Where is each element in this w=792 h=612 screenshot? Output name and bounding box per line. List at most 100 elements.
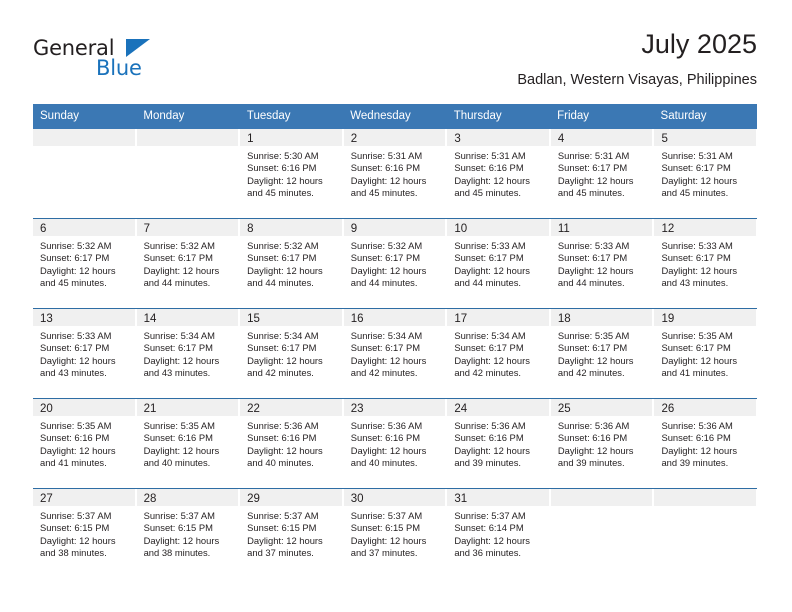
day-number-band: 6 xyxy=(33,219,136,236)
day-cell[interactable]: 14 Sunrise: 5:34 AM Sunset: 6:17 PM Dayl… xyxy=(136,309,241,398)
day-number xyxy=(654,493,661,505)
day-cell[interactable]: 24 Sunrise: 5:36 AM Sunset: 6:16 PM Dayl… xyxy=(447,399,551,488)
day-cell[interactable]: 20 Sunrise: 5:35 AM Sunset: 6:16 PM Dayl… xyxy=(33,399,137,488)
sunset-text: Sunset: 6:17 PM xyxy=(454,252,524,264)
day-cell[interactable] xyxy=(33,129,137,218)
sunrise-text: Sunrise: 5:37 AM xyxy=(247,510,319,521)
general-blue-logo[interactable]: General Blue xyxy=(33,36,233,88)
day-cell[interactable]: 6 Sunrise: 5:32 AM Sunset: 6:17 PM Dayli… xyxy=(33,219,137,308)
daylight-text-line1: Daylight: 12 hours xyxy=(40,444,116,456)
day-cell[interactable]: 15 Sunrise: 5:34 AM Sunset: 6:17 PM Dayl… xyxy=(240,309,344,398)
day-cell[interactable]: 12 Sunrise: 5:33 AM Sunset: 6:17 PM Dayl… xyxy=(654,219,758,308)
daylight-text-line2: and 40 minutes. xyxy=(247,457,314,469)
day-details: Sunrise: 5:32 AM Sunset: 6:17 PM Dayligh… xyxy=(33,236,136,290)
daylight-text-line1: Daylight: 12 hours xyxy=(661,354,738,366)
day-cell[interactable]: 21 Sunrise: 5:35 AM Sunset: 6:16 PM Dayl… xyxy=(136,399,241,488)
day-details: Sunrise: 5:34 AM Sunset: 6:17 PM Dayligh… xyxy=(240,326,343,380)
daylight-text-line2: and 40 minutes. xyxy=(350,457,418,469)
calendar-grid: Sunday Monday Tuesday Wednesday Thursday… xyxy=(33,104,758,578)
sunrise-text: Sunrise: 5:32 AM xyxy=(247,240,319,251)
day-number: 11 xyxy=(557,223,570,235)
day-cell[interactable]: 10 Sunrise: 5:33 AM Sunset: 6:17 PM Dayl… xyxy=(447,219,551,308)
day-cell[interactable]: 22 Sunrise: 5:36 AM Sunset: 6:16 PM Dayl… xyxy=(240,399,344,488)
daylight-text-line2: and 44 minutes. xyxy=(350,277,418,289)
daylight-text-line2: and 42 minutes. xyxy=(350,367,418,379)
day-details: Sunrise: 5:33 AM Sunset: 6:17 PM Dayligh… xyxy=(33,326,136,380)
day-cell[interactable]: 13 Sunrise: 5:33 AM Sunset: 6:17 PM Dayl… xyxy=(33,309,137,398)
day-number: 1 xyxy=(247,133,254,145)
sunrise-text: Sunrise: 5:36 AM xyxy=(454,420,526,431)
day-number: 24 xyxy=(454,403,468,415)
day-number-band: 28 xyxy=(136,489,240,506)
daylight-text-line2: and 37 minutes. xyxy=(350,547,418,559)
day-cell[interactable]: 2 Sunrise: 5:31 AM Sunset: 6:16 PM Dayli… xyxy=(343,129,448,218)
sunrise-text: Sunrise: 5:37 AM xyxy=(143,510,215,521)
day-number: 20 xyxy=(40,403,53,415)
daylight-text-line1: Daylight: 12 hours xyxy=(454,444,530,456)
sunset-text: Sunset: 6:17 PM xyxy=(557,162,628,174)
sunrise-text: Sunrise: 5:35 AM xyxy=(40,420,112,431)
day-cell[interactable]: 27 Sunrise: 5:37 AM Sunset: 6:15 PM Dayl… xyxy=(33,489,137,578)
day-cell[interactable]: 26 Sunrise: 5:36 AM Sunset: 6:16 PM Dayl… xyxy=(654,399,758,488)
day-cell[interactable]: 11 Sunrise: 5:33 AM Sunset: 6:17 PM Dayl… xyxy=(550,219,655,308)
weekday-header-tuesday: Tuesday xyxy=(246,110,291,122)
day-details: Sunrise: 5:34 AM Sunset: 6:17 PM Dayligh… xyxy=(137,326,240,380)
day-cell[interactable]: 3 Sunrise: 5:31 AM Sunset: 6:16 PM Dayli… xyxy=(447,129,551,218)
day-number: 17 xyxy=(454,313,468,325)
weekday-header-thursday: Thursday xyxy=(453,110,502,122)
day-cell[interactable]: 9 Sunrise: 5:32 AM Sunset: 6:17 PM Dayli… xyxy=(343,219,448,308)
daylight-text-line1: Daylight: 12 hours xyxy=(40,534,116,546)
day-cell[interactable]: 31 Sunrise: 5:37 AM Sunset: 6:14 PM Dayl… xyxy=(447,489,551,578)
sunset-text: Sunset: 6:17 PM xyxy=(557,252,628,264)
sunset-text: Sunset: 6:17 PM xyxy=(350,342,421,354)
daylight-text-line2: and 44 minutes. xyxy=(247,277,314,289)
daylight-text-line1: Daylight: 12 hours xyxy=(247,264,323,276)
day-cell[interactable]: 23 Sunrise: 5:36 AM Sunset: 6:16 PM Dayl… xyxy=(343,399,448,488)
sunset-text: Sunset: 6:15 PM xyxy=(350,522,421,534)
day-cell[interactable]: 28 Sunrise: 5:37 AM Sunset: 6:15 PM Dayl… xyxy=(136,489,241,578)
day-cell[interactable] xyxy=(136,129,241,218)
day-number-band: 3 xyxy=(447,129,550,146)
day-cell[interactable]: 4 Sunrise: 5:31 AM Sunset: 6:17 PM Dayli… xyxy=(550,129,655,218)
day-details: Sunrise: 5:34 AM Sunset: 6:17 PM Dayligh… xyxy=(344,326,447,380)
day-cell[interactable]: 29 Sunrise: 5:37 AM Sunset: 6:15 PM Dayl… xyxy=(240,489,344,578)
day-cell[interactable]: 30 Sunrise: 5:37 AM Sunset: 6:15 PM Dayl… xyxy=(343,489,448,578)
day-cell[interactable]: 17 Sunrise: 5:34 AM Sunset: 6:17 PM Dayl… xyxy=(447,309,551,398)
weekday-header-wednesday: Wednesday xyxy=(350,110,411,122)
page-subtitle-location: Badlan, Western Visayas, Philippines xyxy=(517,72,757,88)
day-details: Sunrise: 5:35 AM Sunset: 6:16 PM Dayligh… xyxy=(137,416,240,470)
day-number: 4 xyxy=(557,133,565,145)
daylight-text-line1: Daylight: 12 hours xyxy=(661,174,738,186)
sunset-text: Sunset: 6:17 PM xyxy=(661,162,731,174)
day-number-band: 9 xyxy=(343,219,447,236)
day-cell[interactable]: 1 Sunrise: 5:30 AM Sunset: 6:16 PM Dayli… xyxy=(240,129,344,218)
weekday-header-monday: Monday xyxy=(143,110,185,122)
daylight-text-line1: Daylight: 12 hours xyxy=(40,264,116,276)
weekday-header-saturday: Saturday xyxy=(660,110,707,122)
day-details: Sunrise: 5:36 AM Sunset: 6:16 PM Dayligh… xyxy=(344,416,447,470)
daylight-text-line2: and 45 minutes. xyxy=(40,277,107,289)
day-cell[interactable] xyxy=(654,489,758,578)
day-number-band: 18 xyxy=(550,309,654,326)
day-number: 26 xyxy=(661,403,675,415)
day-number-band: 17 xyxy=(447,309,550,326)
day-cell[interactable]: 8 Sunrise: 5:32 AM Sunset: 6:17 PM Dayli… xyxy=(240,219,344,308)
day-cell[interactable]: 18 Sunrise: 5:35 AM Sunset: 6:17 PM Dayl… xyxy=(550,309,655,398)
sunset-text: Sunset: 6:17 PM xyxy=(661,342,731,354)
day-cell[interactable]: 7 Sunrise: 5:32 AM Sunset: 6:17 PM Dayli… xyxy=(136,219,241,308)
day-cell[interactable] xyxy=(550,489,655,578)
sunset-text: Sunset: 6:16 PM xyxy=(350,432,421,444)
day-cell[interactable]: 19 Sunrise: 5:35 AM Sunset: 6:17 PM Dayl… xyxy=(654,309,758,398)
sunset-text: Sunset: 6:16 PM xyxy=(40,432,110,444)
day-cell[interactable]: 25 Sunrise: 5:36 AM Sunset: 6:16 PM Dayl… xyxy=(550,399,655,488)
day-cell[interactable]: 5 Sunrise: 5:31 AM Sunset: 6:17 PM Dayli… xyxy=(654,129,758,218)
sunrise-text: Sunrise: 5:34 AM xyxy=(143,330,215,341)
sunrise-text: Sunrise: 5:31 AM xyxy=(454,150,526,161)
day-details: Sunrise: 5:35 AM Sunset: 6:16 PM Dayligh… xyxy=(33,416,136,470)
day-details: Sunrise: 5:30 AM Sunset: 6:16 PM Dayligh… xyxy=(240,146,343,200)
day-number-band: 29 xyxy=(240,489,343,506)
daylight-text-line1: Daylight: 12 hours xyxy=(143,264,220,276)
day-cell[interactable]: 16 Sunrise: 5:34 AM Sunset: 6:17 PM Dayl… xyxy=(343,309,448,398)
sunset-text: Sunset: 6:17 PM xyxy=(350,252,421,264)
day-number-band: 4 xyxy=(550,129,654,146)
